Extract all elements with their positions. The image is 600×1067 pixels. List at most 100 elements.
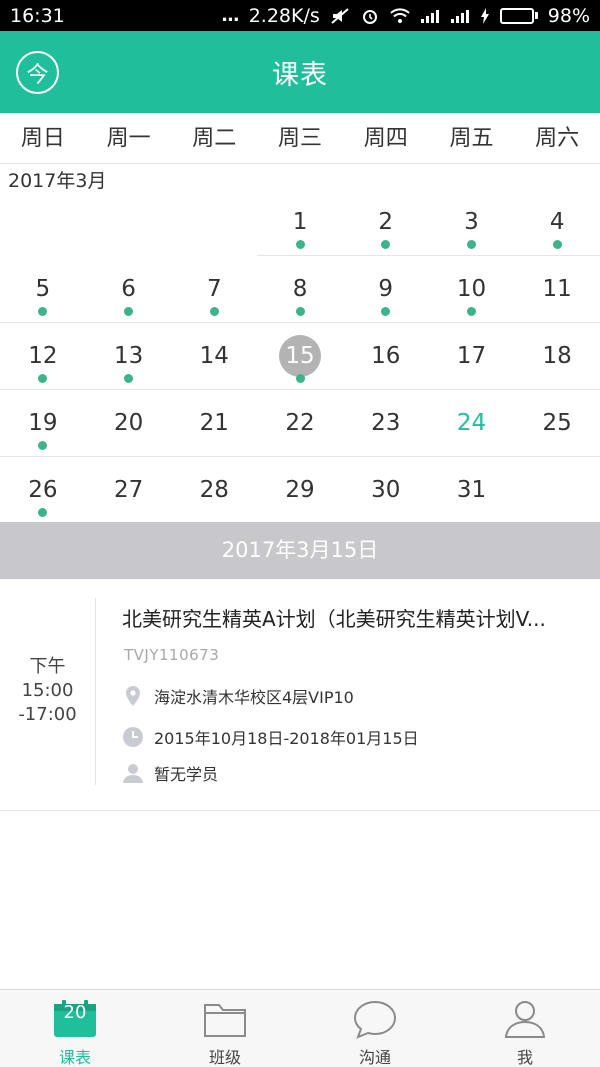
day-number: 6 xyxy=(121,276,136,302)
class-period: 下午 xyxy=(29,656,66,677)
calendar-day[interactable]: 15 xyxy=(257,323,343,390)
calendar-day[interactable]: 22 xyxy=(257,390,343,457)
tab-label: 课表 xyxy=(58,1048,91,1067)
day-number: 29 xyxy=(285,477,315,503)
class-daterange-row: 2015年10月18日-2018年01月15日 xyxy=(122,725,419,749)
calendar-day[interactable]: 4 xyxy=(514,189,600,256)
weekday-wed: 周三 xyxy=(278,126,323,151)
weekday-sat: 周六 xyxy=(535,126,580,151)
calendar-day[interactable]: 1 xyxy=(257,189,343,256)
class-indicator-dot xyxy=(381,240,391,249)
today-button[interactable]: 今 xyxy=(16,51,59,94)
tab-chat[interactable]: 沟通 xyxy=(300,990,450,1067)
selected-date-bar: 2017年3月15日 xyxy=(0,522,600,579)
class-time: 下午 15:00 -17:00 xyxy=(0,655,95,727)
class-indicator-dot xyxy=(209,307,219,316)
weekday-tue: 周二 xyxy=(192,126,237,151)
calendar-day[interactable]: 16 xyxy=(343,323,429,390)
day-number: 10 xyxy=(456,276,487,302)
page-title: 课表 xyxy=(272,59,328,91)
day-number: 14 xyxy=(199,343,229,369)
class-indicator-dot xyxy=(38,508,48,517)
calendar-day[interactable]: 27 xyxy=(86,457,172,524)
calendar-day[interactable]: 21 xyxy=(171,390,257,457)
calendar-day[interactable]: 11 xyxy=(514,256,600,323)
app-screen: 16:31 ... 2.28K/s 98% 今 课表 周日 周一 周二 周三 周… xyxy=(0,0,600,1067)
calendar-grid: 1 2 3 4 5 6 7 8 9 10 11 12 13 14 15 16 17 18 19 20 21 22 23 24 2… xyxy=(0,189,600,524)
day-number: 4 xyxy=(549,209,565,235)
calendar-day[interactable]: 7 xyxy=(171,256,257,323)
calendar-day[interactable]: 5 xyxy=(0,256,86,323)
person-icon xyxy=(123,764,143,783)
calendar-empty-cell xyxy=(86,189,172,256)
calendar-day[interactable]: 24 xyxy=(429,390,515,457)
day-number: 30 xyxy=(371,477,401,503)
calendar-day[interactable]: 29 xyxy=(257,457,343,524)
bottom-tab-bar: 20 课表 班级 沟通 我 xyxy=(0,989,600,1067)
calendar-day[interactable]: 9 xyxy=(343,256,429,323)
class-card[interactable]: 下午 15:00 -17:00 北美研究生精英A计划（北美研究生精英计划V...… xyxy=(0,579,600,811)
status-time: 16:31 xyxy=(10,4,65,27)
calendar-day[interactable]: 23 xyxy=(343,390,429,457)
status-icons: ... 2.28K/s 98% xyxy=(221,5,590,27)
day-number: 9 xyxy=(378,276,394,302)
class-indicator-dot xyxy=(552,240,562,249)
calendar-day[interactable]: 19 xyxy=(0,390,86,457)
calendar-day[interactable]: 17 xyxy=(429,323,515,390)
calendar-day[interactable]: 13 xyxy=(86,323,172,390)
calendar-day[interactable]: 30 xyxy=(343,457,429,524)
chat-bubble-icon xyxy=(353,1000,397,1039)
day-number: 28 xyxy=(199,477,229,503)
day-number: 3 xyxy=(464,209,479,235)
day-number: 18 xyxy=(542,343,572,369)
day-number: 5 xyxy=(35,276,51,302)
tab-schedule[interactable]: 20 课表 xyxy=(0,990,150,1067)
day-number: 19 xyxy=(28,410,58,436)
calendar-day[interactable]: 18 xyxy=(514,323,600,390)
calendar-day[interactable]: 2 xyxy=(343,189,429,256)
mute-icon xyxy=(331,7,349,24)
calendar-day[interactable]: 10 xyxy=(429,256,515,323)
class-date-range: 2015年10月18日-2018年01月15日 xyxy=(154,729,419,748)
day-number: 8 xyxy=(292,276,308,302)
calendar-empty-cell xyxy=(514,457,600,524)
day-number: 20 xyxy=(113,410,144,436)
tab-me[interactable]: 我 xyxy=(450,990,600,1067)
tab-label: 我 xyxy=(516,1048,533,1067)
class-indicator-dot xyxy=(466,307,476,316)
calendar-day[interactable]: 28 xyxy=(171,457,257,524)
calendar-week-row: 12 13 14 15 16 17 18 xyxy=(0,323,600,390)
calendar-day[interactable]: 3 xyxy=(429,189,515,256)
day-number: 1 xyxy=(292,209,308,235)
wifi-icon xyxy=(390,7,410,23)
class-location: 海淀水清木华校区4层VIP10 xyxy=(154,688,354,707)
calendar-day[interactable]: 31 xyxy=(429,457,515,524)
divider xyxy=(95,598,96,785)
tab-label: 班级 xyxy=(208,1048,241,1067)
calendar-day[interactable]: 25 xyxy=(514,390,600,457)
course-code: TVJY110673 xyxy=(124,646,220,664)
day-number: 21 xyxy=(199,410,229,436)
app-header: 今 课表 xyxy=(0,31,600,113)
calendar-day[interactable]: 14 xyxy=(171,323,257,390)
calendar-day[interactable]: 8 xyxy=(257,256,343,323)
tab-class[interactable]: 班级 xyxy=(150,990,300,1067)
day-number: 12 xyxy=(28,343,58,369)
calendar-day[interactable]: 6 xyxy=(86,256,172,323)
status-bar: 16:31 ... 2.28K/s 98% xyxy=(0,0,600,31)
class-indicator-dot xyxy=(381,307,391,316)
day-number: 7 xyxy=(206,276,222,302)
today-day-number: 24 xyxy=(456,410,487,436)
day-number: 25 xyxy=(542,410,572,436)
location-pin-icon xyxy=(126,686,140,706)
class-indicator-dot xyxy=(124,307,134,316)
charging-icon xyxy=(480,7,489,24)
calendar-empty-cell xyxy=(0,189,86,256)
day-number: 17 xyxy=(456,343,487,369)
calendar-day[interactable]: 20 xyxy=(86,390,172,457)
folder-icon xyxy=(204,1004,246,1037)
calendar-week-row: 5 6 7 8 9 10 11 xyxy=(0,256,600,323)
calendar-day[interactable]: 26 xyxy=(0,457,86,524)
class-indicator-dot xyxy=(38,307,48,316)
calendar-day[interactable]: 12 xyxy=(0,323,86,390)
